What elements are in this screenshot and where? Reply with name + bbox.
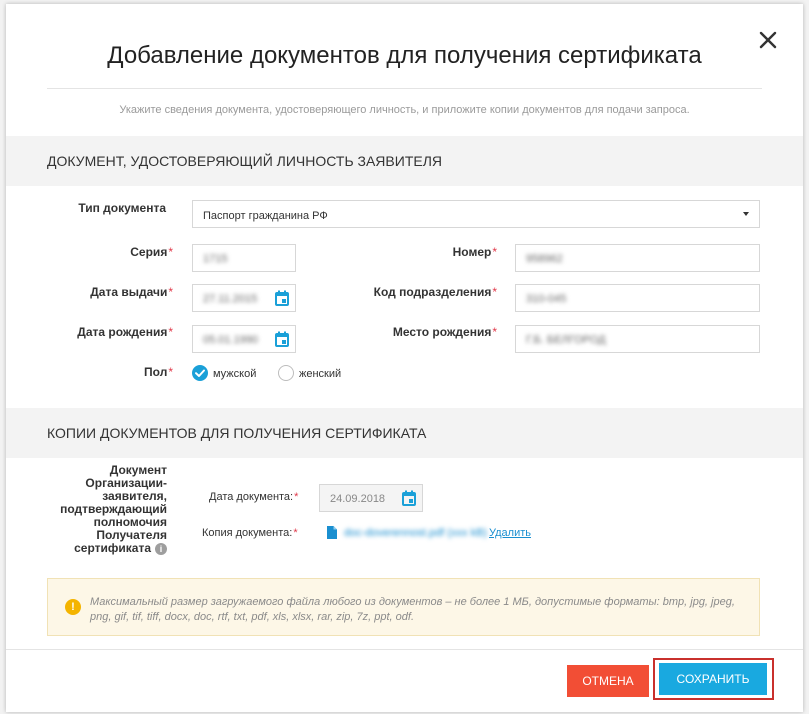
birth-place-label: Место рождения* [392,325,497,339]
doc-date-input[interactable]: 24.09.2018 [319,484,423,512]
notice-text: Максимальный размер загружаемого файла л… [90,596,735,623]
number-input[interactable]: 958962 [515,244,760,272]
doc-copy-label: Копия документа:* [202,527,298,539]
footer-divider [6,649,803,650]
copies-section-heading: КОПИИ ДОКУМЕНТОВ ДЛЯ ПОЛУЧЕНИЯ СЕРТИФИКА… [6,408,803,458]
doc-date-label: Дата документа:* [209,491,299,503]
cancel-button[interactable]: ОТМЕНА [567,665,649,697]
gender-label: Пол* [144,365,173,379]
delete-link[interactable]: Удалить [489,527,531,539]
close-icon[interactable] [758,30,778,50]
gender-female-radio[interactable] [278,365,294,381]
doc-type-label: Тип документа [78,201,166,215]
info-icon[interactable]: i [155,542,167,555]
dialog-subtitle: Укажите сведения документа, удостоверяющ… [119,104,690,116]
gender-male-label[interactable]: мужской [213,368,256,380]
calendar-icon[interactable] [402,490,416,506]
chevron-down-icon [743,212,749,216]
check-icon [195,369,205,377]
doc-type-value: Паспорт гражданина РФ [203,210,328,222]
file-icon [327,526,337,539]
calendar-icon[interactable] [275,331,289,347]
warning-icon: ! [65,599,81,615]
save-button[interactable]: СОХРАНИТЬ [659,663,767,695]
birth-date-label: Дата рождения* [77,325,173,339]
number-label: Номер* [452,245,497,259]
issue-date-input[interactable]: 27.11.2015 [192,284,296,312]
add-documents-dialog: Добавление документов для получения серт… [6,4,803,712]
birth-date-input[interactable]: 05.01.1990 [192,325,296,353]
file-size-notice: ! Максимальный размер загружаемого файла… [47,578,760,636]
gender-male-radio[interactable] [192,365,208,381]
dept-code-label: Код подразделения* [373,285,497,299]
dept-code-input[interactable]: 310-045 [515,284,760,312]
calendar-icon[interactable] [275,290,289,306]
birth-place-input[interactable]: Г.Б. БЕЛГОРОД [515,325,760,353]
title-divider [47,88,762,89]
gender-female-label[interactable]: женский [299,368,341,380]
series-label: Серия* [130,245,173,259]
series-input[interactable]: 1715 [192,244,296,272]
doc-type-select[interactable]: Паспорт гражданина РФ [192,200,760,228]
issue-date-label: Дата выдачи* [90,285,173,299]
dialog-title: Добавление документов для получения серт… [107,42,702,69]
identity-section-heading: ДОКУМЕНТ, УДОСТОВЕРЯЮЩИЙ ЛИЧНОСТЬ ЗАЯВИТ… [6,136,803,186]
doc-authority-label: Документ Организации- заявителя, подтвер… [60,463,167,555]
doc-copy-file-link[interactable]: doc-doverennost.pdf (xxx kB) [344,527,487,539]
